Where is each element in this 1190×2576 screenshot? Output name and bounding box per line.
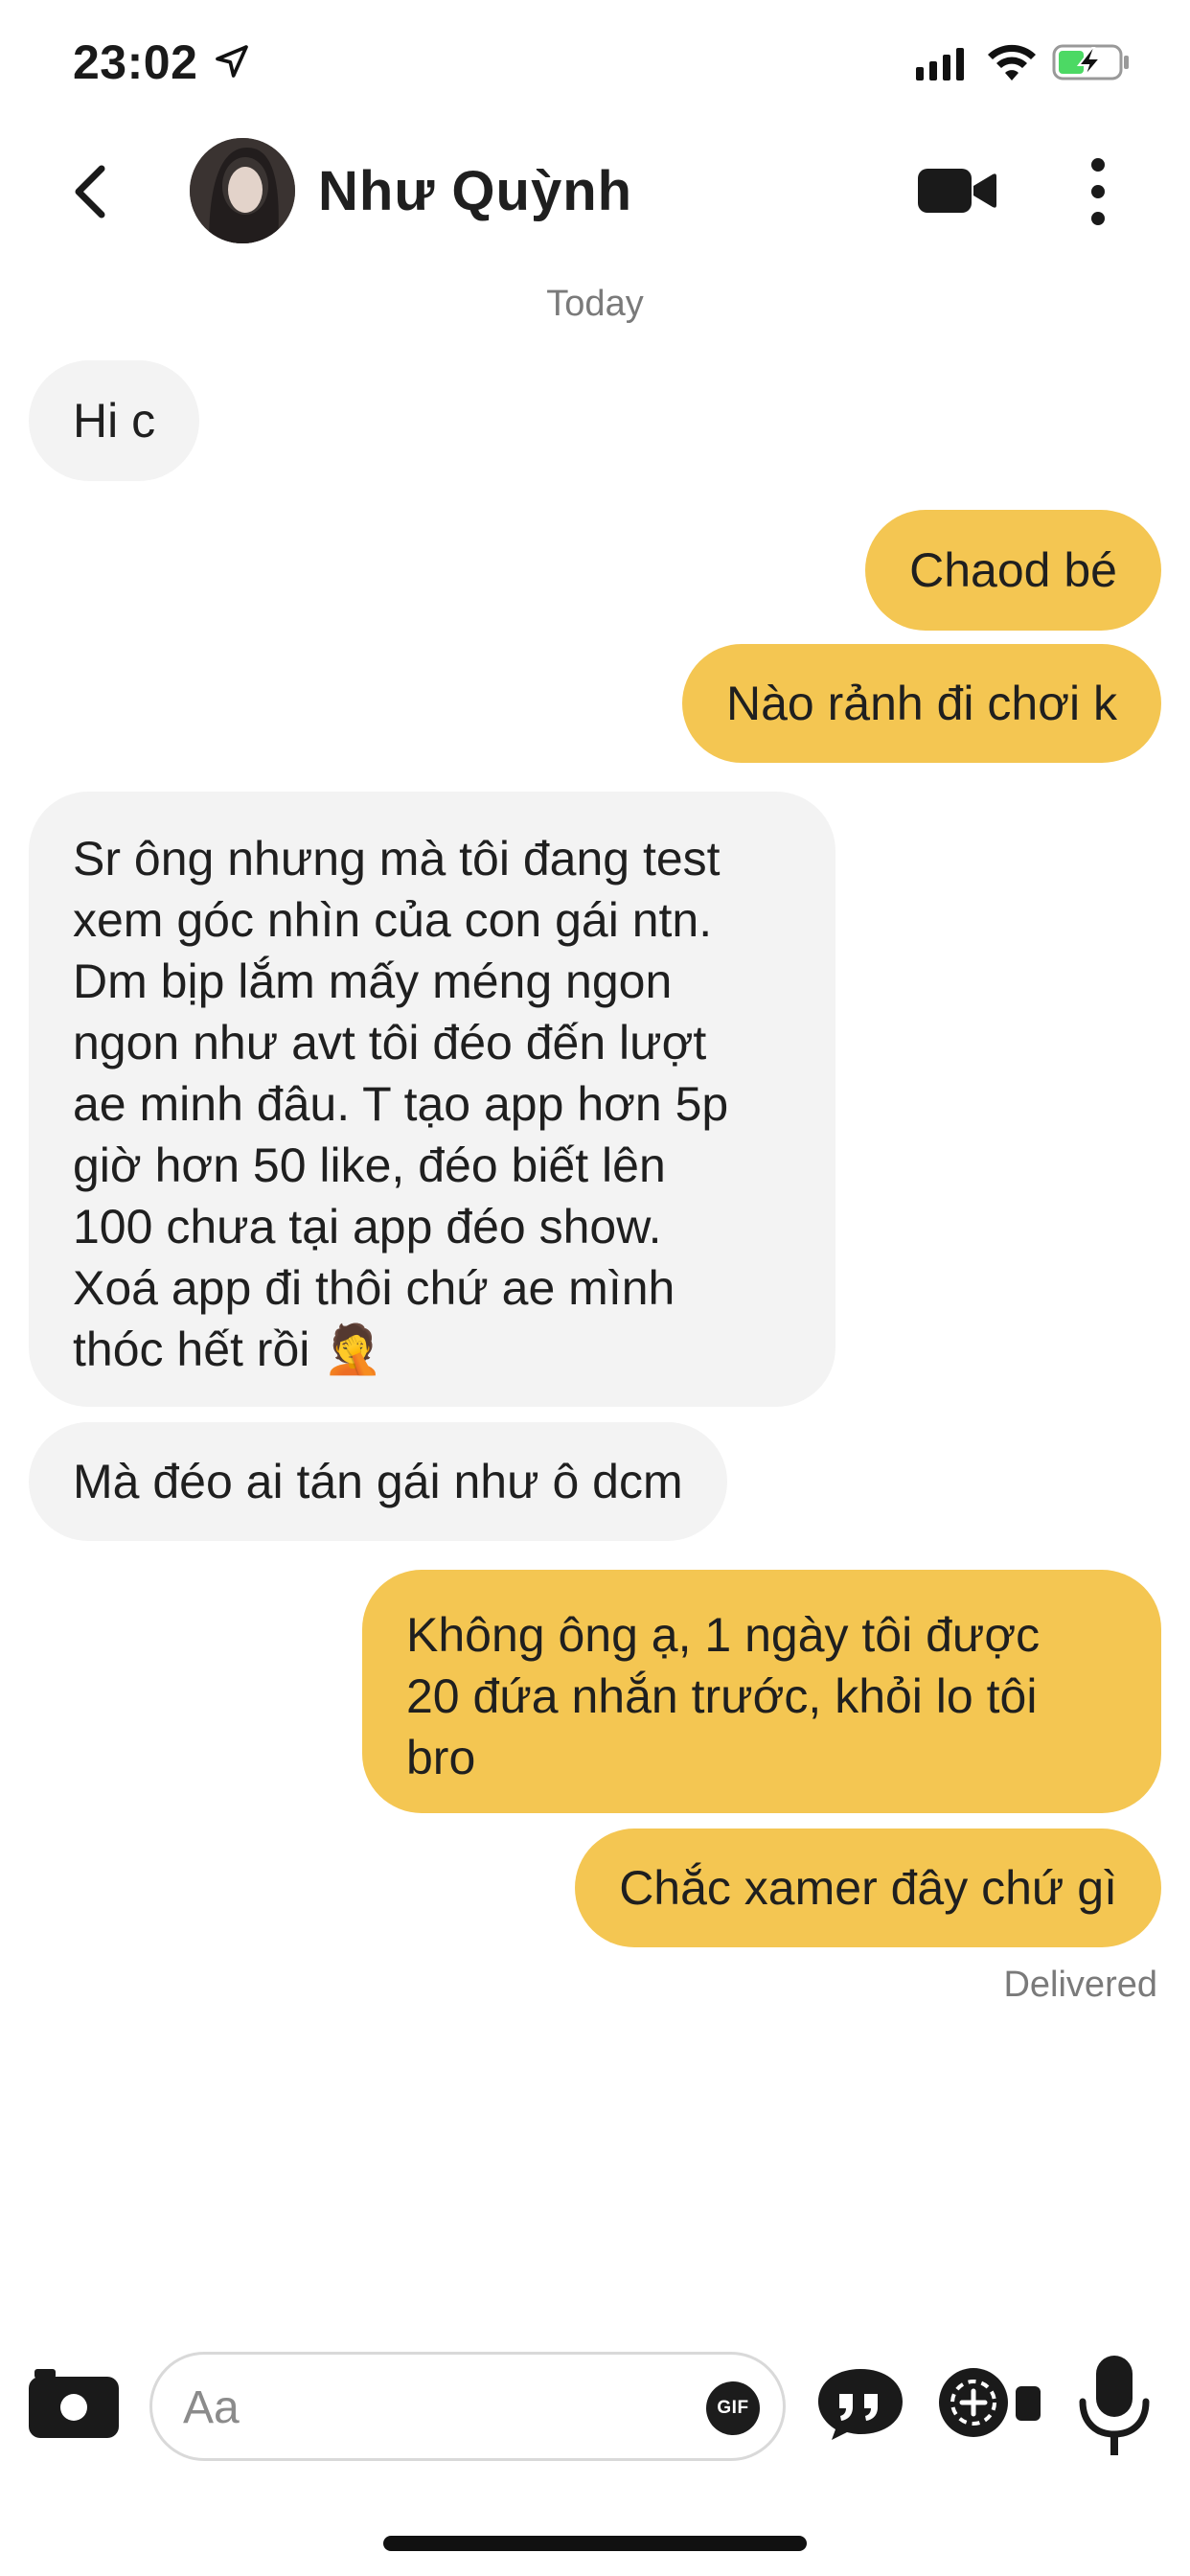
message-input-container: GIF <box>149 2352 786 2461</box>
chat-header: Như Quỳnh <box>0 134 1190 249</box>
status-time: 23:02 <box>73 35 198 89</box>
message-outgoing[interactable]: Chắc xamer đây chứ gì <box>575 1828 1161 1947</box>
message-input[interactable] <box>183 2376 662 2439</box>
message-line: ae minh đâu. T tạo app hơn 5p <box>73 1077 729 1131</box>
status-bar: 23:02 <box>0 0 1190 134</box>
avatar-photo <box>190 138 295 243</box>
message-text: Chắc xamer đây chứ gì <box>619 1861 1117 1915</box>
message-line: thóc hết rồi 🤦 <box>73 1322 383 1376</box>
message-incoming[interactable]: Hi c <box>29 360 200 481</box>
sticker-video-icon[interactable] <box>935 2363 1044 2442</box>
message-outgoing[interactable]: Nào rảnh đi chơi k <box>682 644 1161 763</box>
message-line: giờ hơn 50 like, đéo biết lên <box>73 1138 666 1192</box>
contact-name[interactable]: Như Quỳnh <box>318 159 632 223</box>
message-outgoing[interactable]: Chaod bé <box>865 510 1161 631</box>
quote-icon[interactable] <box>816 2365 904 2442</box>
battery-charging-icon <box>1052 44 1129 80</box>
message-line: 100 chưa tại app đéo show. <box>73 1200 662 1254</box>
delivery-status: Delivered <box>1003 1965 1157 2005</box>
date-separator: Today <box>546 284 644 324</box>
gif-button[interactable]: GIF <box>706 2381 760 2435</box>
message-text: Chaod bé <box>909 543 1117 597</box>
back-button[interactable] <box>59 161 121 222</box>
message-outgoing[interactable]: Không ông ạ, 1 ngày tôi được 20 đứa nhắn… <box>362 1570 1161 1813</box>
message-line: xem góc nhìn của con gái ntn. <box>73 893 713 947</box>
message-composer: GIF <box>0 2338 1190 2472</box>
message-line: Dm bịp lắm mấy méng ngon <box>73 954 673 1008</box>
wifi-icon <box>988 44 1036 80</box>
message-line: Xoá app đi thôi chứ ae mình <box>73 1261 675 1315</box>
microphone-icon[interactable] <box>1077 2354 1152 2459</box>
back-chevron-icon <box>75 165 105 218</box>
camera-icon[interactable] <box>29 2365 119 2440</box>
more-vertical-icon[interactable] <box>1079 155 1117 228</box>
message-line: ngon như avt tôi đéo đến lượt <box>73 1016 707 1070</box>
message-line: Không ông ạ, 1 ngày tôi được <box>406 1608 1041 1662</box>
message-incoming[interactable]: Mà đéo ai tán gái như ô dcm <box>29 1422 727 1541</box>
home-indicator[interactable] <box>383 2536 807 2551</box>
message-line: 20 đứa nhắn trước, khỏi lo tôi <box>406 1669 1038 1723</box>
message-incoming[interactable]: Sr ông nhưng mà tôi đang test xem góc nh… <box>29 792 835 1407</box>
video-camera-icon[interactable] <box>918 163 996 218</box>
message-line: Sr ông nhưng mà tôi đang test <box>73 832 721 886</box>
message-text: Hi c <box>73 394 156 448</box>
cellular-signal-icon <box>916 48 964 80</box>
message-text: Nào rảnh đi chơi k <box>726 677 1117 730</box>
location-arrow-icon <box>216 45 248 78</box>
contact-avatar[interactable] <box>190 138 295 243</box>
message-text: Mà đéo ai tán gái như ô dcm <box>73 1455 683 1508</box>
message-line: bro <box>406 1731 476 1784</box>
